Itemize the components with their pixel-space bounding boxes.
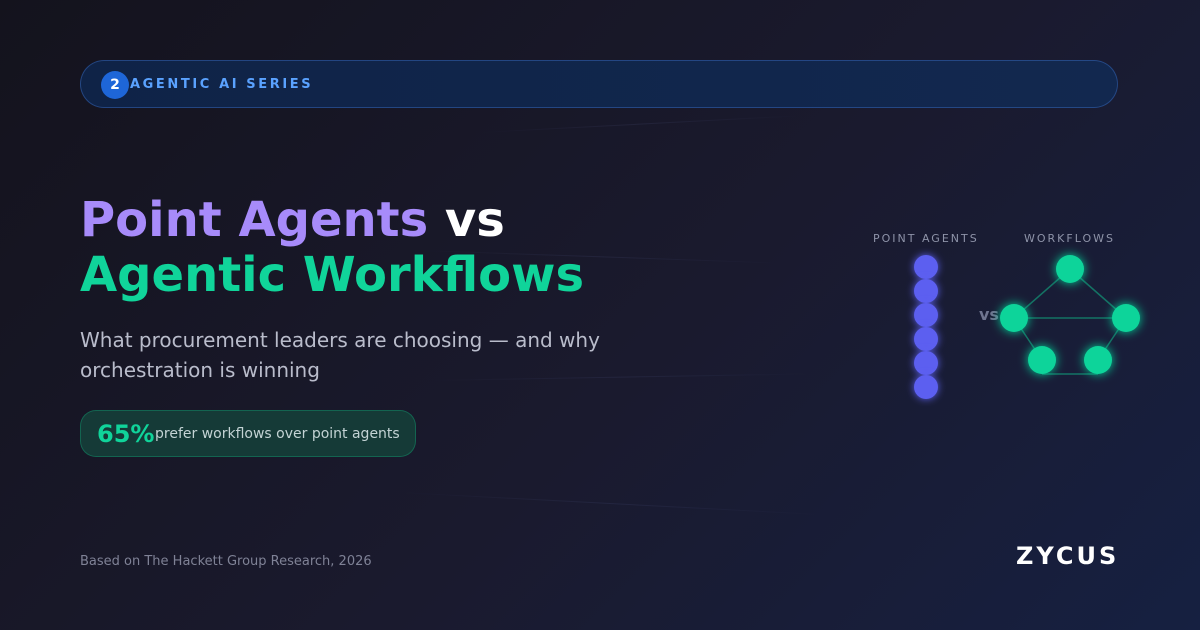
- headline-agentic-workflows: Agentic Workflows: [80, 247, 585, 303]
- workflow-network: [1000, 255, 1140, 375]
- workflow-edge: [1097, 317, 1127, 361]
- headline: Point Agents vs Agentic Workflows: [80, 193, 584, 303]
- workflow-edge: [1013, 317, 1043, 361]
- headline-vs: vs: [428, 192, 505, 248]
- diagram-label-point-agents: POINT AGENTS: [873, 232, 979, 245]
- workflow-edge: [1013, 268, 1071, 319]
- source-note: Based on The Hackett Group Research, 202…: [80, 554, 372, 569]
- stat-value: 65%: [97, 420, 155, 448]
- point-agents-column: [914, 255, 938, 399]
- headline-point-agents: Point Agents: [80, 192, 429, 248]
- point-agent-node: [914, 327, 938, 351]
- background-streak: [399, 492, 820, 515]
- zycus-logo: ZYCUS: [1016, 542, 1120, 570]
- point-agent-node: [914, 375, 938, 399]
- series-number-badge: 2: [101, 71, 129, 99]
- diagram-label-workflows: WORKFLOWS: [1024, 232, 1115, 245]
- point-agent-node: [914, 279, 938, 303]
- series-label: AGENTIC AI SERIES: [130, 77, 314, 92]
- diagram-vs-label: vs: [979, 305, 999, 324]
- point-agent-node: [914, 303, 938, 327]
- workflow-node: [1084, 346, 1112, 374]
- series-banner: 2 AGENTIC AI SERIES: [80, 60, 1118, 108]
- point-agent-node: [914, 255, 938, 279]
- workflow-edge: [1069, 268, 1127, 319]
- stat-pill: 65% prefer workflows over point agents: [80, 410, 416, 457]
- workflow-node: [1000, 304, 1028, 332]
- background-streak: [479, 115, 800, 133]
- workflow-node: [1028, 346, 1056, 374]
- stat-text: prefer workflows over point agents: [155, 426, 400, 442]
- point-agent-node: [914, 351, 938, 375]
- subtitle: What procurement leaders are choosing — …: [80, 328, 600, 382]
- headline-line-1: Point Agents vs: [80, 193, 584, 248]
- workflow-node: [1112, 304, 1140, 332]
- workflow-node: [1056, 255, 1084, 283]
